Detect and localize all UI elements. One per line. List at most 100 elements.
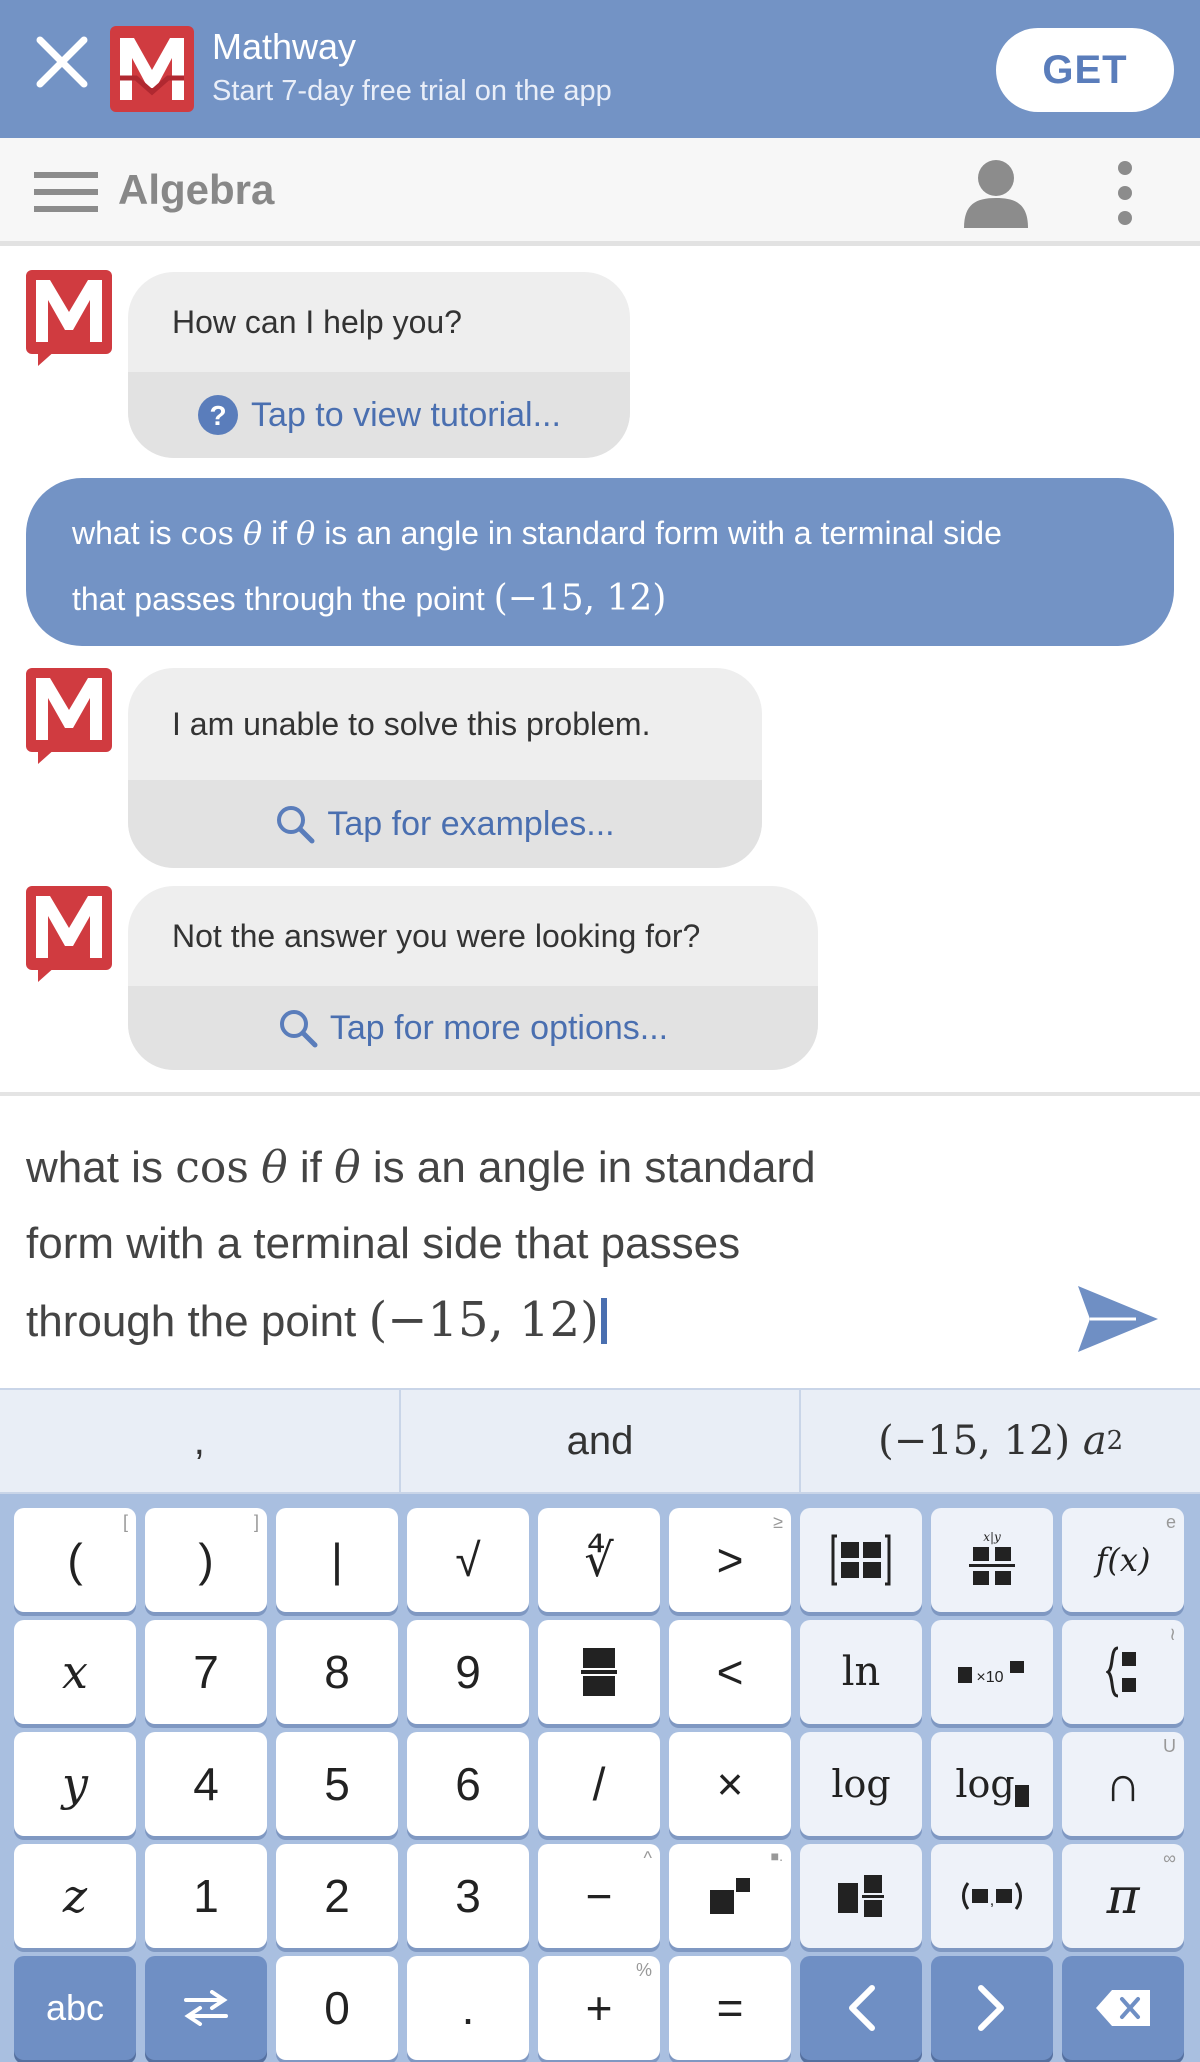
app-install-banner: Mathway Start 7-day free trial on the ap… bbox=[0, 0, 1200, 138]
bot-message-greeting: How can I help you? ? Tap to view tutori… bbox=[128, 272, 630, 458]
more-options-link[interactable]: Tap for more options... bbox=[128, 986, 818, 1070]
suggestion-and[interactable]: and bbox=[401, 1390, 802, 1492]
key-abc[interactable]: abc bbox=[14, 1956, 136, 2060]
augmented-matrix-icon: x|y bbox=[969, 1530, 1015, 1585]
scientific-notation-icon: ×10 bbox=[958, 1661, 1024, 1686]
chevron-left-icon bbox=[849, 1985, 875, 2031]
bot-message-not-answer: Not the answer you were looking for? Tap… bbox=[128, 886, 818, 1070]
subject-title[interactable]: Algebra bbox=[118, 166, 274, 214]
user-icon[interactable] bbox=[962, 158, 1030, 228]
search-icon bbox=[279, 1010, 318, 1048]
key-less-than[interactable]: < bbox=[669, 1620, 791, 1724]
key-piecewise[interactable]: ≀ bbox=[1062, 1620, 1184, 1724]
bot-message-unable: I am unable to solve this problem. Tap f… bbox=[128, 668, 762, 868]
chevron-right-icon bbox=[978, 1985, 1004, 2031]
not-answer-text: Not the answer you were looking for? bbox=[172, 917, 701, 954]
text-caret bbox=[600, 1298, 607, 1344]
key-8[interactable]: 8 bbox=[276, 1620, 398, 1724]
key-ln[interactable]: ln bbox=[800, 1620, 922, 1724]
power-icon bbox=[710, 1878, 750, 1914]
key-9[interactable]: 9 bbox=[407, 1620, 529, 1724]
user-message-line-2: that passes through the point (−15, 12) bbox=[72, 578, 667, 619]
greeting-text: How can I help you? bbox=[172, 303, 462, 340]
key-cursor-right[interactable] bbox=[931, 1956, 1053, 2060]
svg-text:?: ? bbox=[209, 400, 226, 431]
unable-text: I am unable to solve this problem. bbox=[172, 705, 651, 742]
tutorial-link[interactable]: ? Tap to view tutorial... bbox=[128, 372, 630, 458]
mathway-avatar-icon bbox=[26, 270, 112, 366]
examples-link-label: Tap for examples... bbox=[327, 804, 615, 843]
key-3[interactable]: 3 bbox=[407, 1844, 529, 1948]
key-nth-root[interactable]: ∜ bbox=[538, 1508, 660, 1612]
key-function[interactable]: f(x) e bbox=[1062, 1508, 1184, 1612]
key-cursor-left[interactable] bbox=[800, 1956, 922, 2060]
key-equals[interactable]: = bbox=[669, 1956, 791, 2060]
key-decimal[interactable]: . bbox=[407, 1956, 529, 2060]
key-fraction[interactable] bbox=[538, 1620, 660, 1724]
key-mixed-number[interactable] bbox=[800, 1844, 922, 1948]
key-plus[interactable]: +% bbox=[538, 1956, 660, 2060]
key-1[interactable]: 1 bbox=[145, 1844, 267, 1948]
input-line-1: what is cos θ if θ is an angle in standa… bbox=[26, 1142, 816, 1193]
key-switch[interactable] bbox=[145, 1956, 267, 2060]
backspace-icon bbox=[1096, 1990, 1150, 2026]
paren-group-icon: , bbox=[962, 1882, 1022, 1910]
top-bar: Algebra bbox=[0, 138, 1200, 246]
more-vertical-icon[interactable] bbox=[1108, 160, 1142, 226]
key-pi[interactable]: π ∞ bbox=[1062, 1844, 1184, 1948]
key-sqrt[interactable]: √ bbox=[407, 1508, 529, 1612]
user-message-line-1: what is cos θ if θ is an angle in standa… bbox=[72, 514, 1002, 552]
key-2[interactable]: 2 bbox=[276, 1844, 398, 1948]
mathway-avatar-icon bbox=[26, 668, 112, 764]
key-log-base[interactable]: log bbox=[931, 1732, 1053, 1836]
tutorial-link-label: Tap to view tutorial... bbox=[251, 395, 561, 434]
key-open-paren[interactable]: ([ bbox=[14, 1508, 136, 1612]
user-message: what is cos θ if θ is an angle in standa… bbox=[26, 478, 1174, 646]
key-5[interactable]: 5 bbox=[276, 1732, 398, 1836]
search-icon bbox=[277, 806, 315, 844]
key-x[interactable]: x bbox=[14, 1620, 136, 1724]
more-options-link-label: Tap for more options... bbox=[329, 1008, 669, 1047]
key-7[interactable]: 7 bbox=[145, 1620, 267, 1724]
svg-text:×10: ×10 bbox=[976, 1669, 1003, 1686]
matrix-icon bbox=[831, 1534, 891, 1586]
key-matrix-fraction[interactable]: x|y bbox=[931, 1508, 1053, 1612]
divider bbox=[0, 1092, 1200, 1096]
get-app-button[interactable]: GET bbox=[996, 28, 1174, 112]
svg-text:,: , bbox=[990, 1892, 994, 1909]
key-minus[interactable]: − ^ bbox=[538, 1844, 660, 1948]
suggestion-comma[interactable]: , bbox=[0, 1390, 401, 1492]
hamburger-menu-icon[interactable] bbox=[34, 168, 98, 216]
banner-app-name: Mathway bbox=[212, 26, 357, 67]
examples-link[interactable]: Tap for examples... bbox=[128, 780, 762, 868]
swap-arrows-icon bbox=[184, 1990, 228, 2026]
key-log[interactable]: log bbox=[800, 1732, 922, 1836]
key-divide-slash[interactable]: / bbox=[538, 1732, 660, 1836]
key-intersection[interactable]: ∩ U bbox=[1062, 1732, 1184, 1836]
svg-text:x|y: x|y bbox=[983, 1530, 1001, 1544]
mathway-avatar-icon bbox=[26, 886, 112, 982]
key-backspace[interactable] bbox=[1062, 1956, 1184, 2060]
suggestion-point[interactable]: (−15, 12) a2 bbox=[801, 1390, 1200, 1492]
banner-subtitle: Start 7-day free trial on the app bbox=[212, 75, 612, 107]
math-input-field[interactable]: what is cos θ if θ is an angle in standa… bbox=[26, 1130, 1046, 1360]
key-multiply[interactable]: × bbox=[669, 1732, 791, 1836]
key-absolute[interactable]: | bbox=[276, 1508, 398, 1612]
key-power[interactable]: ■. bbox=[669, 1844, 791, 1948]
key-6[interactable]: 6 bbox=[407, 1732, 529, 1836]
key-y[interactable]: y bbox=[14, 1732, 136, 1836]
key-matrix[interactable] bbox=[800, 1508, 922, 1612]
fraction-icon bbox=[581, 1648, 617, 1696]
key-z[interactable]: z bbox=[14, 1844, 136, 1948]
close-icon[interactable] bbox=[32, 32, 92, 92]
send-icon[interactable] bbox=[1076, 1284, 1160, 1354]
key-greater-than[interactable]: > ≥ bbox=[669, 1508, 791, 1612]
input-line-3: through the point (−15, 12) bbox=[26, 1282, 1046, 1360]
key-4[interactable]: 4 bbox=[145, 1732, 267, 1836]
key-0[interactable]: 0 bbox=[276, 1956, 398, 2060]
key-close-paren[interactable]: )] bbox=[145, 1508, 267, 1612]
key-scientific-notation[interactable]: ×10 bbox=[931, 1620, 1053, 1724]
piecewise-icon bbox=[1106, 1646, 1136, 1698]
key-paren-group[interactable]: , bbox=[931, 1844, 1053, 1948]
mixed-number-icon bbox=[838, 1875, 884, 1917]
